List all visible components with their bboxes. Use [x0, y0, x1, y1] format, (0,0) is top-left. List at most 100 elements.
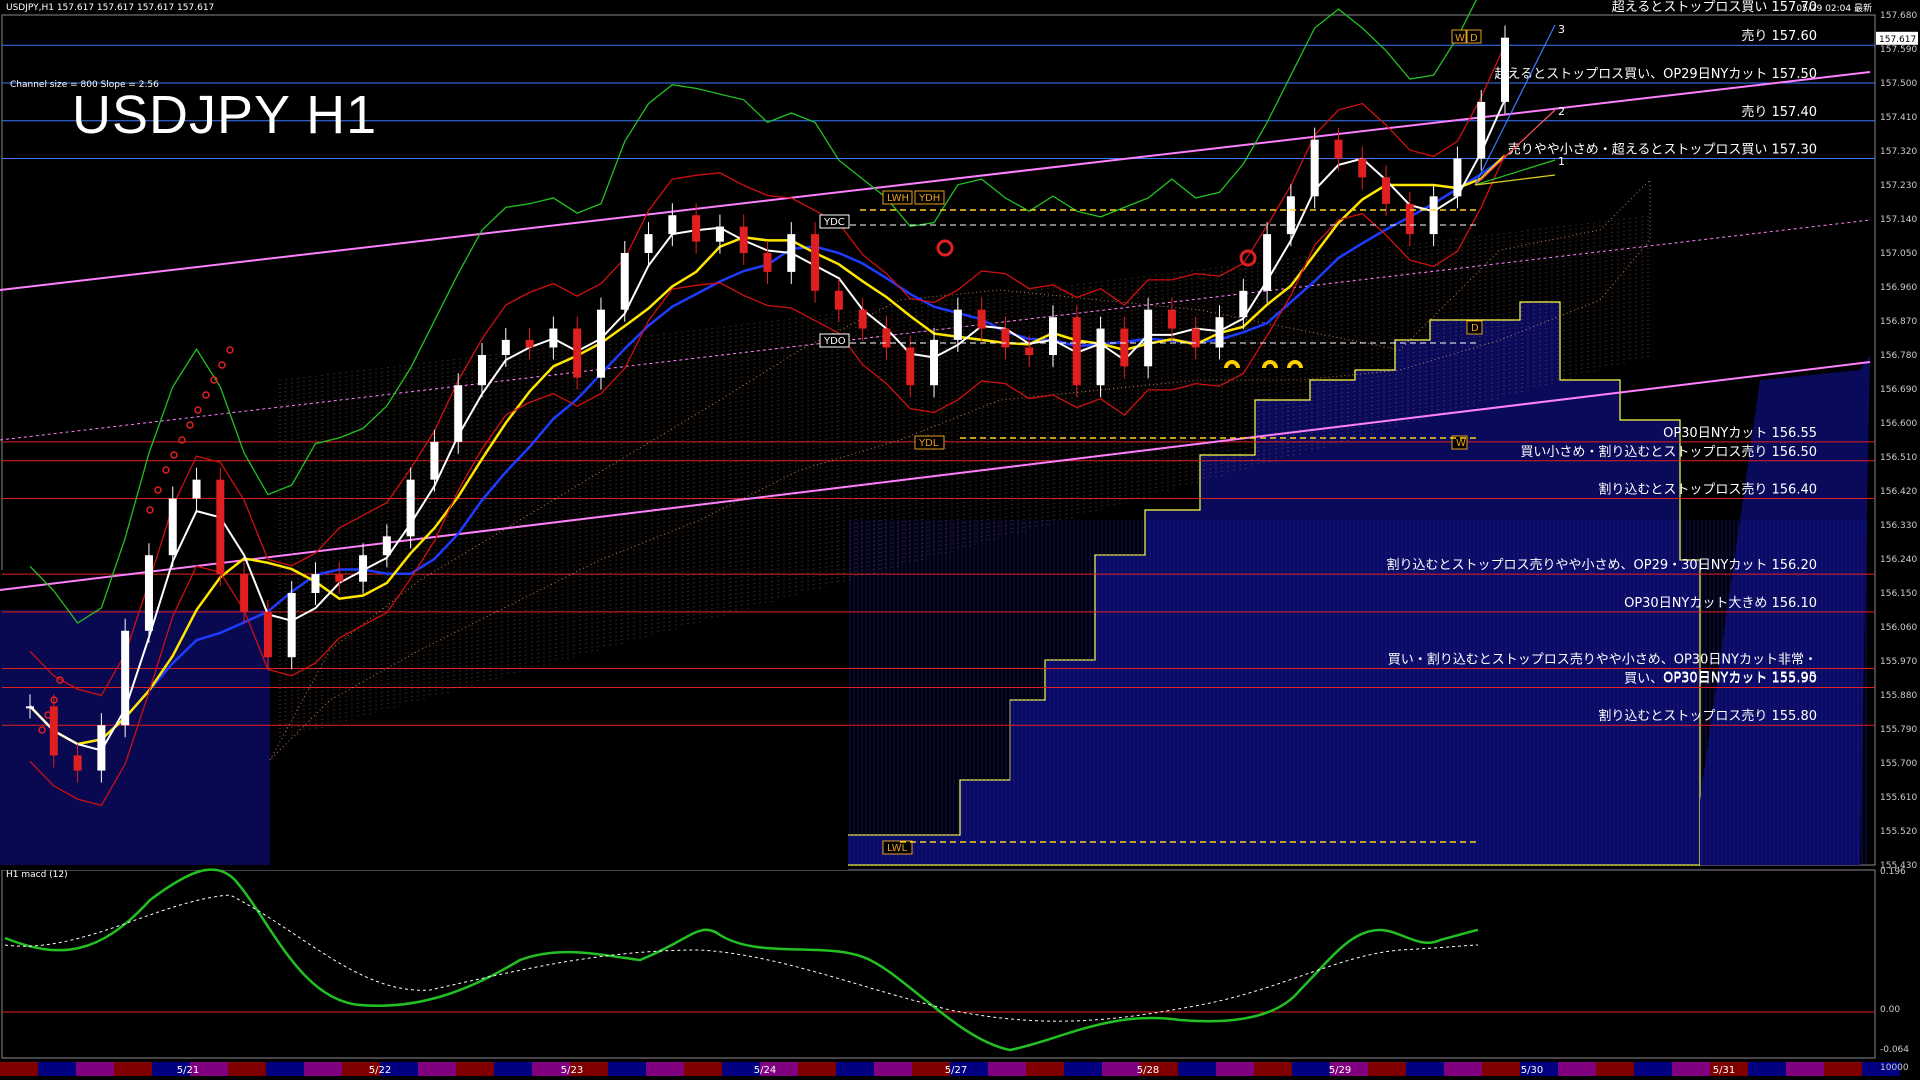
- date-tick: 5/27: [945, 1065, 967, 1076]
- price-tick: 157.500: [1880, 79, 1917, 89]
- price-axis: 157.680 157.590 157.500 157.410 157.320 157.2…: [1876, 11, 1918, 871]
- candle-body: [454, 385, 463, 442]
- candle-body: [1072, 317, 1081, 386]
- candle-body: [287, 593, 296, 658]
- date-bar-seg: [1178, 1062, 1216, 1076]
- left-blue-box: [0, 610, 270, 865]
- level-label: 買い・割り込むとストップロス売りやや小さめ、OP30日NYカット非常・: [1388, 652, 1817, 668]
- date-bar-seg: [114, 1062, 152, 1076]
- candle-body: [382, 536, 391, 556]
- price-tick: 157.230: [1880, 181, 1917, 191]
- candle-body: [311, 574, 320, 593]
- price-tick: 156.060: [1880, 623, 1917, 633]
- fib-label: 2: [1558, 105, 1565, 118]
- level-label: 割り込むとストップロス売りやや小さめ、OP29・30日NYカット 156.20: [1387, 557, 1817, 573]
- candle-body: [97, 725, 106, 771]
- date-tick: 5/24: [754, 1065, 776, 1076]
- marker-label: W: [1456, 438, 1466, 449]
- chart-title: USDJPY H1: [72, 85, 378, 145]
- level-label: 超えるとストップロス買い、OP29日NYカット 157.50: [1494, 67, 1817, 82]
- candle-body: [1477, 101, 1486, 159]
- candle-body: [478, 355, 487, 386]
- candle-body: [263, 611, 272, 658]
- candle-body: [1286, 196, 1295, 235]
- candle-body: [906, 347, 915, 386]
- date-bar-seg: [608, 1062, 646, 1076]
- date-bar-seg: [1406, 1062, 1444, 1076]
- candle-body: [216, 479, 225, 575]
- candle-body: [644, 234, 653, 253]
- candle-body: [1239, 290, 1248, 318]
- macd-panel: [1, 869, 1876, 1059]
- marker-label: LWH: [887, 193, 909, 204]
- level-label: 売り 157.60: [1741, 28, 1817, 44]
- level-label: 買い、OP30日NYカット 155.90: [1624, 671, 1817, 686]
- date-bar-seg: [1216, 1062, 1254, 1076]
- date-bar-seg: [418, 1062, 456, 1076]
- candle-body: [739, 226, 748, 253]
- candle-body: [573, 328, 582, 378]
- price-tick: 156.330: [1880, 521, 1917, 531]
- date-bar-seg: [38, 1062, 76, 1076]
- candle-body: [1001, 328, 1010, 348]
- price-tick: 157.320: [1880, 147, 1917, 157]
- price-tick: 155.880: [1880, 691, 1917, 701]
- candle-body: [1025, 347, 1034, 355]
- candle-body: [620, 253, 629, 310]
- date-bar-seg: [1292, 1062, 1330, 1076]
- date-tick: 5/23: [561, 1065, 583, 1076]
- level-label: 買い小さめ・割り込むとストップロス売り 156.50: [1520, 444, 1817, 460]
- candle-body: [930, 339, 939, 386]
- candle-body: [501, 339, 510, 355]
- top-partial-label: 超えるとストップロス買い 157.70: [1612, 0, 1817, 15]
- candle-body: [1120, 328, 1129, 367]
- price-tick: 155.520: [1880, 827, 1917, 837]
- price-tick: 157.410: [1880, 113, 1917, 123]
- candle-body: [1453, 158, 1462, 197]
- marker-label: D: [1471, 323, 1479, 334]
- price-tick: 155.970: [1880, 657, 1917, 667]
- candle-body: [335, 574, 344, 582]
- candle-body: [1429, 196, 1438, 235]
- marker-label: YDC: [823, 217, 845, 228]
- macd-tick: 0.196: [1880, 867, 1906, 877]
- candle-body: [882, 328, 891, 348]
- date-bar-seg: [1102, 1062, 1140, 1076]
- macd-tick: 0.00: [1880, 1005, 1900, 1015]
- candle-body: [787, 234, 796, 272]
- date-bar-seg: [1634, 1062, 1672, 1076]
- symbol-info: USDJPY,H1 157.617 157.617 157.617 157.61…: [6, 3, 215, 13]
- price-tick: 157.590: [1880, 45, 1917, 55]
- date-bar-seg: [1558, 1062, 1596, 1076]
- macd-label: H1 macd (12): [6, 870, 68, 880]
- candle-body: [1382, 177, 1391, 204]
- date-tick: 5/21: [177, 1065, 199, 1076]
- level-label: OP30日NYカット 156.55: [1663, 426, 1817, 441]
- date-tick: 5/22: [369, 1065, 391, 1076]
- candle-body: [1096, 328, 1105, 386]
- date-bar-seg: [1254, 1062, 1292, 1076]
- candle-body: [1191, 328, 1200, 348]
- corner-time: 05/29 02:04 最新: [1796, 2, 1872, 14]
- price-tick: 155.790: [1880, 725, 1917, 735]
- date-bar-seg: [1444, 1062, 1482, 1076]
- price-tick: 156.960: [1880, 283, 1917, 293]
- candle-body: [953, 309, 962, 340]
- fib-label: 1: [1558, 155, 1565, 168]
- date-bar-seg: [684, 1062, 722, 1076]
- candle-body: [763, 253, 772, 272]
- candle-body: [1263, 234, 1272, 291]
- level-label: 割り込むとストップロス売り 155.80: [1598, 708, 1817, 724]
- date-bar-seg: [798, 1062, 836, 1076]
- level-label: 割り込むとストップロス売り 156.40: [1598, 482, 1817, 498]
- marker-label: YDH: [918, 193, 940, 204]
- candle-body: [1334, 139, 1343, 159]
- date-bar-seg: [1748, 1062, 1786, 1076]
- date-bar-seg: [0, 1062, 38, 1076]
- candle-body: [858, 309, 867, 329]
- price-tick: 156.420: [1880, 487, 1917, 497]
- price-tick: 155.700: [1880, 759, 1917, 769]
- price-tick: 156.600: [1880, 419, 1917, 429]
- candle-body: [192, 479, 201, 499]
- date-axis: 5/21 5/22 5/23 5/24 5/27 5/28 5/29 5/30 5/31: [0, 1062, 1900, 1076]
